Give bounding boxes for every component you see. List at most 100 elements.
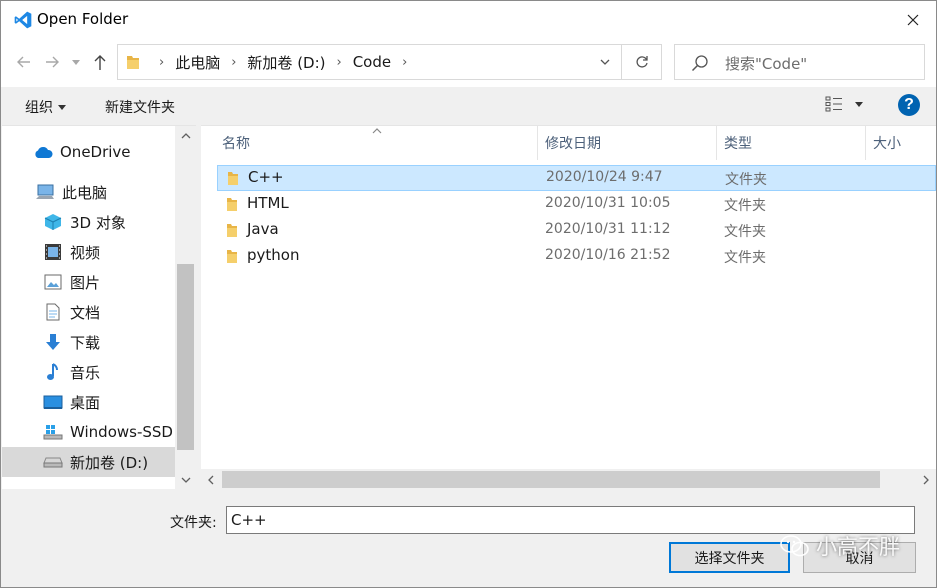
- command-bar: 组织 新建文件夹 ?: [1, 87, 936, 125]
- open-folder-dialog: Open Folder › 此电脑 › 新加卷 (D:) › Code › 搜索…: [0, 0, 937, 588]
- search-placeholder: 搜索"Code": [725, 55, 808, 73]
- file-modified: 2020/10/31 10:05: [545, 195, 671, 211]
- sidebar-item-label: 3D 对象: [70, 213, 126, 232]
- music-icon: [42, 363, 64, 381]
- folder-icon: [227, 250, 237, 263]
- sidebar-item-music[interactable]: 音乐: [2, 357, 175, 387]
- watermark-text: 小高不胖: [816, 535, 900, 559]
- scroll-thumb[interactable]: [177, 264, 194, 450]
- column-header-size[interactable]: 大小: [866, 126, 936, 160]
- cloud-icon: [32, 143, 54, 161]
- wechat-logo-icon: [780, 535, 809, 557]
- computer-icon: [34, 183, 56, 201]
- address-history-dropdown[interactable]: [590, 45, 620, 79]
- breadcrumb-item-drive-d[interactable]: 新加卷 (D:): [247, 52, 325, 73]
- column-header-name[interactable]: 名称: [215, 126, 538, 160]
- sidebar-item-windows-ssd[interactable]: Windows-SSD: [2, 417, 175, 447]
- organize-button[interactable]: 组织: [25, 97, 66, 117]
- new-folder-button[interactable]: 新建文件夹: [105, 97, 175, 117]
- file-name: HTML: [247, 194, 289, 212]
- chevron-left-icon: [208, 475, 214, 484]
- column-header-type[interactable]: 类型: [717, 126, 866, 160]
- sidebar-item-desktop[interactable]: 桌面: [2, 387, 175, 417]
- breadcrumb-item-this-pc[interactable]: 此电脑: [175, 52, 220, 73]
- navigation-pane: OneDrive 此电脑 3D 对象 视频 图片 文档 下载 音乐 桌面 Win…: [2, 125, 196, 490]
- sidebar-item-label: 新加卷 (D:): [70, 453, 149, 472]
- refresh-icon: [636, 56, 648, 68]
- breadcrumb-separator-icon[interactable]: ›: [231, 55, 236, 70]
- folder-name-input[interactable]: C++: [226, 506, 915, 534]
- file-modified: 2020/10/24 9:47: [546, 169, 663, 185]
- scroll-thumb[interactable]: [222, 471, 880, 488]
- file-name: C++: [248, 168, 284, 186]
- download-icon: [42, 333, 64, 351]
- sidebar-item-3d-objects[interactable]: 3D 对象: [2, 207, 175, 237]
- navigation-pane-scrollbar[interactable]: [175, 126, 196, 490]
- windows-drive-icon: [42, 423, 64, 441]
- address-bar[interactable]: › 此电脑 › 新加卷 (D:) › Code ›: [117, 44, 662, 80]
- sidebar-item-documents[interactable]: 文档: [2, 297, 175, 327]
- back-button[interactable]: [13, 51, 35, 73]
- arrow-right-icon: [46, 56, 59, 68]
- file-list-scrollbar[interactable]: [201, 469, 936, 490]
- refresh-button[interactable]: [622, 45, 662, 79]
- sidebar-item-new-volume-d[interactable]: 新加卷 (D:): [2, 447, 175, 477]
- sidebar-item-this-pc[interactable]: 此电脑: [2, 177, 175, 207]
- vscode-logo-icon: [14, 11, 32, 29]
- column-header-modified[interactable]: 修改日期: [538, 126, 717, 160]
- recent-locations-button[interactable]: [65, 51, 87, 73]
- sidebar-item-downloads[interactable]: 下载: [2, 327, 175, 357]
- file-row-html[interactable]: HTML 2020/10/31 10:05 文件夹: [217, 192, 936, 218]
- file-row-cpp[interactable]: C++ 2020/10/24 9:47 文件夹: [217, 165, 936, 191]
- scroll-up-button[interactable]: [175, 126, 196, 146]
- folder-icon: [228, 172, 238, 185]
- organize-label: 组织: [25, 100, 53, 116]
- breadcrumb-separator-icon[interactable]: ›: [402, 55, 407, 70]
- arrow-left-icon: [17, 56, 30, 68]
- folder-field-label: 文件夹:: [170, 515, 217, 531]
- folder-icon: [227, 198, 237, 211]
- navigation-row: › 此电脑 › 新加卷 (D:) › Code › 搜索"Code": [1, 39, 936, 87]
- scroll-left-button[interactable]: [201, 469, 221, 490]
- sidebar-item-label: 桌面: [70, 393, 101, 412]
- arrow-up-icon: [94, 54, 106, 70]
- forward-button[interactable]: [41, 51, 63, 73]
- search-box[interactable]: 搜索"Code": [674, 44, 925, 80]
- file-type: 文件夹: [724, 198, 766, 214]
- chevron-up-icon: [181, 133, 190, 139]
- scroll-right-button[interactable]: [916, 469, 936, 490]
- chevron-right-icon: [923, 475, 929, 484]
- view-options-button[interactable]: [825, 96, 863, 112]
- video-icon: [42, 243, 64, 261]
- watermark: 小高不胖: [780, 531, 900, 561]
- breadcrumb-separator-icon[interactable]: ›: [337, 55, 342, 70]
- sidebar-item-label: 此电脑: [62, 183, 108, 202]
- up-button[interactable]: [89, 51, 111, 73]
- sidebar-item-label: 音乐: [70, 363, 101, 382]
- select-folder-button[interactable]: 选择文件夹: [669, 542, 790, 573]
- breadcrumb-separator-icon: ›: [159, 54, 165, 70]
- folder-icon: [127, 56, 139, 69]
- sidebar-item-videos[interactable]: 视频: [2, 237, 175, 267]
- file-list: 名称 修改日期 类型 大小 C++ 2020/10/24 9:47 文件夹 HT…: [201, 125, 936, 490]
- chevron-down-icon: [600, 59, 610, 65]
- file-row-java[interactable]: Java 2020/10/31 11:12 文件夹: [217, 218, 936, 244]
- sidebar-item-pictures[interactable]: 图片: [2, 267, 175, 297]
- help-button[interactable]: ?: [898, 94, 920, 116]
- sidebar-item-label: Windows-SSD: [70, 423, 173, 441]
- cube-3d-icon: [42, 213, 64, 231]
- sidebar-item-label: OneDrive: [60, 143, 131, 161]
- scroll-down-button[interactable]: [175, 470, 196, 490]
- close-button[interactable]: [898, 5, 928, 35]
- chevron-down-icon: [855, 101, 863, 107]
- file-row-python[interactable]: python 2020/10/16 21:52 文件夹: [217, 244, 936, 270]
- chevron-down-icon: [58, 104, 66, 110]
- breadcrumb-item-code[interactable]: Code: [353, 53, 391, 71]
- desktop-icon: [42, 393, 64, 411]
- sidebar-item-onedrive[interactable]: OneDrive: [2, 137, 175, 167]
- file-modified: 2020/10/31 11:12: [545, 221, 671, 237]
- file-type: 文件夹: [725, 172, 767, 188]
- title-bar: Open Folder: [1, 1, 936, 39]
- file-name: Java: [247, 220, 279, 238]
- drive-icon: [42, 453, 64, 471]
